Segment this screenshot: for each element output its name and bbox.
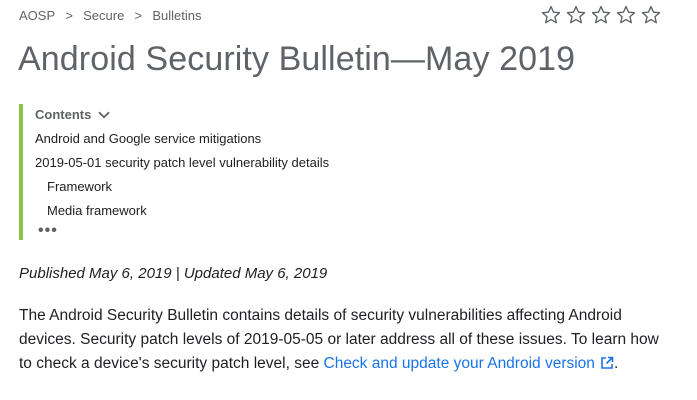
toc-item-framework[interactable]: Framework [47, 179, 112, 194]
breadcrumb-secure[interactable]: Secure [83, 8, 124, 23]
breadcrumb-separator: > [134, 7, 143, 23]
star-icon[interactable] [539, 4, 563, 26]
intro-text-end: . [613, 355, 619, 372]
page: AOSP > Secure > Bulletins Android Securi… [0, 0, 697, 400]
toc-item-mitigations[interactable]: Android and Google service mitigations [35, 131, 261, 146]
chevron-down-icon [98, 111, 110, 118]
intro-paragraph: The Android Security Bulletin contains d… [19, 304, 669, 376]
star-icon[interactable] [589, 4, 613, 26]
star-icon[interactable] [614, 4, 638, 26]
star-icon[interactable] [639, 4, 663, 26]
table-of-contents: Contents Android and Google service miti… [19, 104, 423, 240]
external-link-icon [601, 356, 614, 369]
breadcrumb-bulletins[interactable]: Bulletins [152, 8, 201, 23]
breadcrumb-aosp[interactable]: AOSP [19, 8, 55, 23]
rating-stars [539, 4, 663, 26]
toc-toggle[interactable]: Contents [35, 107, 110, 122]
toc-item-media-framework[interactable]: Media framework [47, 203, 147, 218]
toc-header-label: Contents [35, 107, 92, 122]
check-update-link[interactable]: Check and update your Android version [324, 355, 614, 372]
breadcrumb: AOSP > Secure > Bulletins [19, 7, 201, 23]
published-date: Published May 6, 2019 | Updated May 6, 2… [19, 265, 328, 282]
breadcrumb-separator: > [65, 7, 73, 23]
star-icon[interactable] [564, 4, 588, 26]
toc-more-button[interactable]: ••• [38, 223, 58, 239]
toc-item-patch-level-details[interactable]: 2019-05-01 security patch level vulnerab… [35, 155, 329, 170]
page-title: Android Security Bulletin—May 2019 [18, 40, 576, 78]
check-update-link-text: Check and update your Android version [323, 355, 595, 372]
